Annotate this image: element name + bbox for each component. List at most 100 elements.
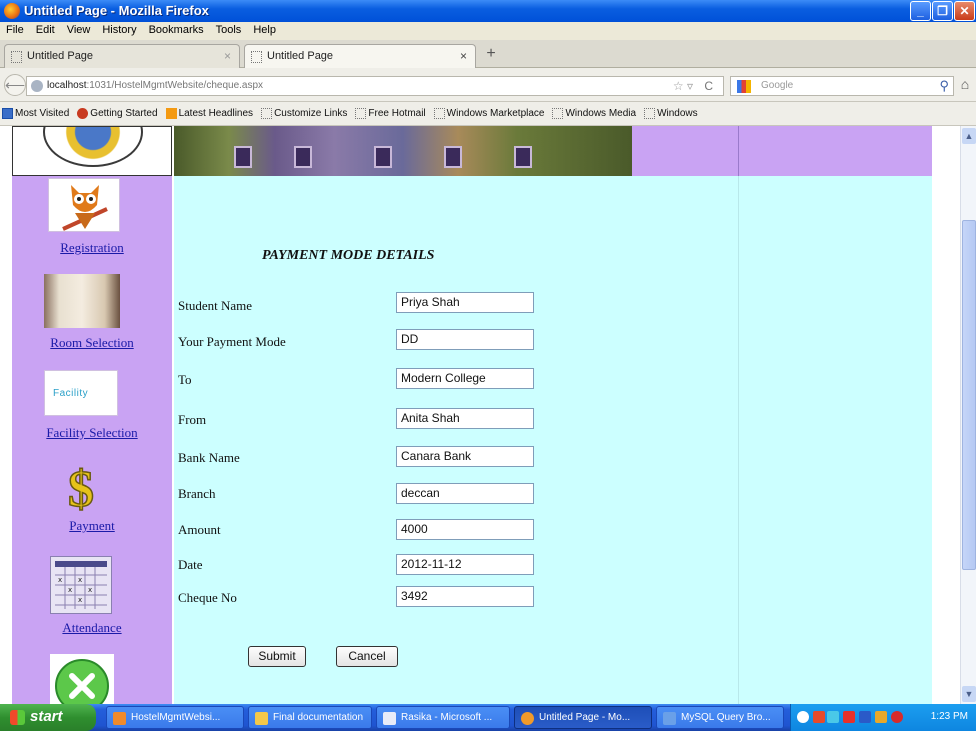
menu-help[interactable]: Help bbox=[247, 22, 282, 36]
room-icon[interactable] bbox=[44, 274, 120, 328]
dollar-icon[interactable]: $ bbox=[54, 460, 108, 519]
tab-untitled-2[interactable]: Untitled Page × bbox=[244, 44, 476, 68]
menu-edit[interactable]: Edit bbox=[30, 22, 61, 36]
svg-text:x: x bbox=[78, 576, 82, 584]
menu-history[interactable]: History bbox=[96, 22, 142, 36]
rss-icon bbox=[165, 108, 177, 119]
task-hostelmgmt[interactable]: HostelMgmtWebsi... bbox=[106, 706, 244, 729]
maximize-button[interactable]: ❐ bbox=[932, 1, 953, 21]
bookmark-star-icon[interactable]: ☆ ▿ bbox=[673, 77, 693, 95]
payment-mode-input[interactable]: DD bbox=[396, 329, 534, 350]
tray-bluetooth-icon[interactable] bbox=[859, 711, 871, 723]
search-box[interactable]: Google ⚲ bbox=[730, 76, 954, 96]
tray-icon-2[interactable] bbox=[875, 711, 887, 723]
facility-icon[interactable]: Facility bbox=[44, 370, 118, 416]
search-icon[interactable]: ⚲ bbox=[939, 77, 949, 95]
close-button[interactable]: ✕ bbox=[954, 1, 975, 21]
form-heading: PAYMENT MODE DETAILS bbox=[262, 248, 435, 263]
college-logo bbox=[12, 126, 172, 176]
firefox-icon bbox=[4, 3, 20, 19]
menu-tools[interactable]: Tools bbox=[210, 22, 248, 36]
menu-bar: File Edit View History Bookmarks Tools Help bbox=[0, 22, 976, 40]
bookmark-getting-started[interactable]: Getting Started bbox=[75, 102, 163, 119]
room-selection-link[interactable]: Room Selection bbox=[50, 335, 133, 350]
reload-icon[interactable]: C bbox=[704, 77, 713, 95]
bookmark-customize-links[interactable]: Customize Links bbox=[259, 102, 353, 119]
payment-link[interactable]: Payment bbox=[69, 518, 115, 533]
task-mysql-query-browser[interactable]: MySQL Query Bro... bbox=[656, 706, 784, 729]
scroll-down-icon[interactable]: ▼ bbox=[962, 686, 976, 702]
menu-bookmarks[interactable]: Bookmarks bbox=[143, 22, 210, 36]
registration-link[interactable]: Registration bbox=[60, 240, 124, 255]
logo-emblem bbox=[43, 127, 143, 167]
vertical-scrollbar[interactable]: ▲ ▼ bbox=[960, 126, 976, 704]
bookmark-free-hotmail[interactable]: Free Hotmail bbox=[353, 102, 431, 119]
tray-icon-1[interactable] bbox=[813, 711, 825, 723]
firefox-icon bbox=[521, 712, 534, 725]
cancel-button[interactable]: Cancel bbox=[336, 646, 398, 667]
address-bar[interactable]: localhost:1031/HostelMgmtWebsite/cheque.… bbox=[26, 76, 724, 96]
facility-selection-link[interactable]: Facility Selection bbox=[46, 425, 137, 440]
exit-icon[interactable] bbox=[50, 654, 114, 704]
windows-flag-icon bbox=[10, 710, 25, 725]
most-visited-icon bbox=[2, 108, 13, 119]
submit-button[interactable]: Submit bbox=[248, 646, 306, 667]
cheque-no-input[interactable]: 3492 bbox=[396, 586, 534, 607]
tray-arrow-icon[interactable] bbox=[797, 711, 809, 723]
bookmark-windows[interactable]: Windows bbox=[642, 102, 704, 119]
scroll-up-icon[interactable]: ▲ bbox=[962, 128, 976, 144]
svg-text:x: x bbox=[58, 576, 62, 584]
branch-input[interactable]: deccan bbox=[396, 483, 534, 504]
to-input[interactable]: Modern College bbox=[396, 368, 534, 389]
menu-view[interactable]: View bbox=[61, 22, 97, 36]
sidebar-item-room-selection[interactable]: Room Selection bbox=[12, 335, 172, 351]
cheque-no-label: Cheque No bbox=[178, 590, 237, 605]
mysql-icon bbox=[663, 712, 676, 725]
page-icon bbox=[644, 108, 656, 119]
date-input[interactable]: 2012-11-12 bbox=[396, 554, 534, 575]
from-label: From bbox=[178, 412, 207, 427]
back-button[interactable]: ⟵ bbox=[4, 74, 26, 96]
bookmark-windows-media[interactable]: Windows Media bbox=[550, 102, 642, 119]
sidebar-item-payment[interactable]: Payment bbox=[12, 518, 172, 534]
student-name-input[interactable]: Priya Shah bbox=[396, 292, 534, 313]
date-label: Date bbox=[178, 557, 203, 572]
task-rasika-word[interactable]: Rasika - Microsoft ... bbox=[376, 706, 510, 729]
owl-icon[interactable] bbox=[48, 178, 120, 232]
task-final-documentation[interactable]: Final documentation bbox=[248, 706, 372, 729]
sidebar-item-attendance[interactable]: Attendance bbox=[12, 620, 172, 636]
attendance-link[interactable]: Attendance bbox=[62, 620, 121, 635]
minimize-button[interactable]: _ bbox=[910, 1, 931, 21]
student-name-label: Student Name bbox=[178, 298, 253, 313]
bank-name-input[interactable]: Canara Bank bbox=[396, 446, 534, 467]
start-button[interactable]: start bbox=[0, 704, 96, 731]
tray-antivirus-icon[interactable] bbox=[843, 711, 855, 723]
from-input[interactable]: Anita Shah bbox=[396, 408, 534, 429]
bank-name-label: Bank Name bbox=[178, 450, 240, 465]
sidebar-item-facility-selection[interactable]: Facility Selection bbox=[12, 425, 172, 441]
to-label: To bbox=[178, 372, 192, 387]
tray-network-icon[interactable] bbox=[827, 711, 839, 723]
amount-input[interactable]: 4000 bbox=[396, 519, 534, 540]
tab-label: Untitled Page bbox=[27, 50, 94, 62]
menu-file[interactable]: File bbox=[0, 22, 30, 36]
folder-icon bbox=[255, 712, 268, 725]
tab-untitled-1[interactable]: Untitled Page × bbox=[4, 44, 240, 68]
scroll-thumb[interactable] bbox=[962, 220, 976, 570]
sidebar-item-registration[interactable]: Registration bbox=[12, 240, 172, 256]
tray-opera-icon[interactable] bbox=[891, 711, 903, 723]
search-placeholder: Google bbox=[761, 80, 794, 91]
svg-text:$: $ bbox=[68, 461, 94, 514]
page-icon bbox=[251, 51, 262, 63]
sidebar: Registration Room Selection Facility Fac… bbox=[12, 126, 172, 704]
bookmark-latest-headlines[interactable]: Latest Headlines bbox=[164, 102, 260, 119]
new-tab-button[interactable]: + bbox=[482, 46, 500, 64]
home-icon[interactable]: ⌂ bbox=[956, 76, 974, 94]
header-banner-right bbox=[738, 126, 932, 176]
tab-close-icon[interactable]: × bbox=[460, 49, 467, 63]
bookmark-windows-marketplace[interactable]: Windows Marketplace bbox=[432, 102, 551, 119]
bookmark-most-visited[interactable]: Most Visited bbox=[0, 102, 75, 119]
calendar-icon[interactable]: xxxxx bbox=[50, 556, 112, 614]
task-firefox[interactable]: Untitled Page - Mo... bbox=[514, 706, 652, 729]
tab-close-icon[interactable]: × bbox=[224, 49, 231, 63]
